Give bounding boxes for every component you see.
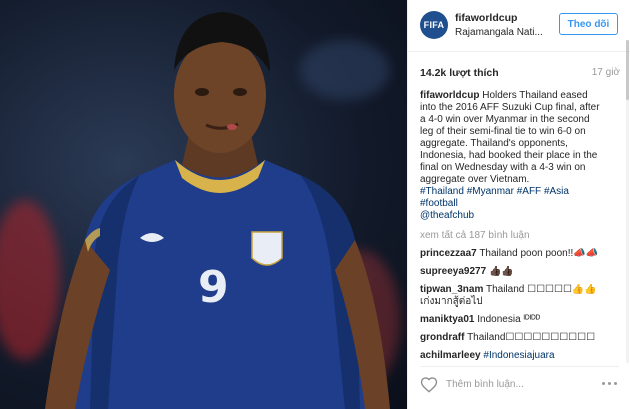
caption-line: leg of their semi-final tie to win 6-0 o…: [420, 126, 586, 137]
caption-username[interactable]: fifaworldcup: [420, 90, 479, 101]
football-player-figure: [45, 12, 390, 409]
username-link[interactable]: fifaworldcup: [455, 12, 517, 24]
comment-text-line2: เก่งมากสู้ต่อไป: [420, 296, 483, 307]
location-link[interactable]: Rajamangala Nati...: [455, 27, 545, 38]
post-header: FIFA fifaworldcup Rajamangala Nati... Th…: [408, 0, 630, 52]
post-timestamp[interactable]: 17 giờ: [592, 67, 620, 78]
comment-item: grondraff Thailand☐☐☐☐☐☐☐☐☐☐: [420, 332, 626, 344]
comment-username[interactable]: tipwan_3nam: [420, 284, 483, 295]
caption-line: aggregate. Thailand's opponents,: [420, 138, 568, 149]
caption-line: Indonesia, had booked their place in the: [420, 150, 598, 161]
post-details-panel: FIFA fifaworldcup Rajamangala Nati... Th…: [407, 0, 630, 409]
follow-button[interactable]: Theo dõi: [559, 13, 618, 35]
comment-item: supreeya9277 👍🏿👍🏿: [420, 266, 626, 278]
caption-line: final on Wednesday with a 4-3 win on: [420, 162, 586, 173]
comments-list: princezzaa7 Thailand poon poon!!📣📣 supre…: [420, 248, 626, 368]
post-stats: 14.2k lượt thích 17 giờ: [420, 67, 620, 81]
comment-username[interactable]: supreeya9277: [420, 266, 486, 277]
scrollbar-thumb[interactable]: [626, 40, 629, 100]
comment-text: Thailand ☐☐☐☐☐👍👍: [485, 284, 597, 295]
comment-item: tipwan_3nam Thailand ☐☐☐☐☐👍👍 เก่งมากสู้ต…: [420, 284, 626, 308]
heart-icon[interactable]: [420, 376, 438, 394]
add-comment-input[interactable]: [446, 374, 596, 394]
post-photo: 9: [0, 0, 407, 409]
avatar[interactable]: FIFA: [420, 11, 448, 39]
comment-text: 👍🏿👍🏿: [488, 266, 514, 277]
view-all-comments-link[interactable]: xem tất cả 187 bình luận: [420, 230, 530, 241]
hashtag-football[interactable]: #football: [420, 198, 626, 210]
comment-text: Thailand☐☐☐☐☐☐☐☐☐☐: [467, 332, 596, 343]
post-caption: fifaworldcup Holders Thailand eased into…: [420, 90, 626, 222]
comment-item: achilmarleey #Indonesiajuara: [420, 350, 626, 362]
caption-line: Holders Thailand eased: [482, 90, 588, 101]
comment-item: maniktya01 Indonesia ᴵᴰᴵᴰᴰ: [420, 314, 626, 326]
comment-item: princezzaa7 Thailand poon poon!!📣📣: [420, 248, 626, 260]
divider: [420, 366, 619, 367]
comment-username[interactable]: achilmarleey: [420, 350, 481, 361]
comment-hashtag[interactable]: #Indonesiajuara: [483, 350, 554, 361]
mention-link[interactable]: @theafchub: [420, 210, 626, 222]
caption-line: into the 2016 AFF Suzuki Cup final, afte…: [420, 102, 600, 113]
comment-username[interactable]: grondraff: [420, 332, 464, 343]
hashtag-links[interactable]: #Thailand #Myanmar #AFF #Asia: [420, 186, 626, 198]
comment-text: Thailand poon poon!!📣📣: [479, 248, 599, 259]
comment-username[interactable]: maniktya01: [420, 314, 474, 325]
jersey-number: 9: [198, 262, 229, 313]
comment-username[interactable]: princezzaa7: [420, 248, 477, 259]
caption-line: a 4-0 win over Myanmar in the second: [420, 114, 590, 125]
comment-text: Indonesia ᴵᴰᴵᴰᴰ: [477, 314, 541, 325]
caption-line: aggregate over Vietnam.: [420, 174, 530, 185]
more-options-icon[interactable]: [602, 378, 620, 388]
likes-count[interactable]: 14.2k lượt thích: [420, 67, 499, 79]
